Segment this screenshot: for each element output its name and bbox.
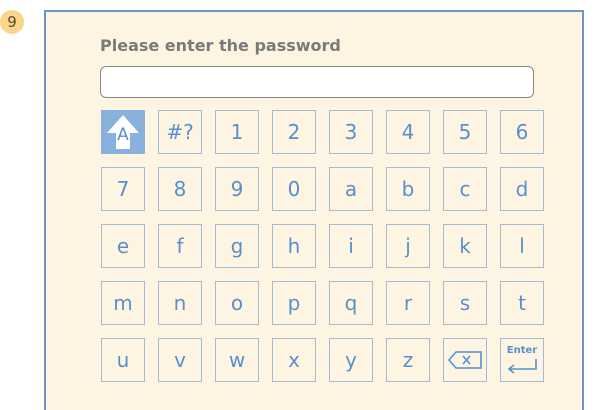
key-label: q (344, 291, 358, 315)
key-label: z (402, 348, 414, 372)
key-label: k (459, 234, 471, 258)
key-1[interactable]: 1 (215, 110, 259, 154)
key-t[interactable]: t (500, 281, 544, 325)
key-label: i (348, 234, 354, 258)
svg-text:A: A (117, 125, 129, 145)
key-2[interactable]: 2 (272, 110, 316, 154)
key-label: d (515, 177, 529, 201)
key-label: 0 (287, 177, 301, 201)
key-w[interactable]: w (215, 338, 259, 382)
key-label: s (459, 291, 471, 315)
key-k[interactable]: k (443, 224, 487, 268)
key-label: 7 (116, 177, 130, 201)
key-f[interactable]: f (158, 224, 202, 268)
key-q[interactable]: q (329, 281, 373, 325)
key-c[interactable]: c (443, 167, 487, 211)
key-label: m (113, 291, 133, 315)
key-label: t (518, 291, 526, 315)
key-label: 2 (287, 120, 301, 144)
key-label: w (228, 348, 246, 372)
password-input[interactable] (100, 66, 534, 98)
key-h[interactable]: h (272, 224, 316, 268)
key-o[interactable]: o (215, 281, 259, 325)
key-b[interactable]: b (386, 167, 430, 211)
key-label: 1 (230, 120, 244, 144)
enter-return-icon (507, 359, 537, 374)
key-z[interactable]: z (386, 338, 430, 382)
key-3[interactable]: 3 (329, 110, 373, 154)
key-label: g (230, 234, 244, 258)
key-label: o (230, 291, 244, 315)
key-v[interactable]: v (158, 338, 202, 382)
key-label: 3 (344, 120, 358, 144)
key-label: j (405, 234, 411, 258)
key-r[interactable]: r (386, 281, 430, 325)
key-9[interactable]: 9 (215, 167, 259, 211)
key-label: a (344, 177, 358, 201)
key-label: 5 (458, 120, 472, 144)
key-u[interactable]: u (101, 338, 145, 382)
key-label: 4 (401, 120, 415, 144)
key-label: 8 (173, 177, 187, 201)
password-prompt-label: Please enter the password (100, 36, 341, 55)
key-n[interactable]: n (158, 281, 202, 325)
symbols-key[interactable]: #? (158, 110, 202, 154)
key-label: l (519, 234, 525, 258)
shift-arrow-icon: A (107, 115, 139, 149)
backspace-icon (447, 351, 482, 369)
key-label: h (287, 234, 301, 258)
key-m[interactable]: m (101, 281, 145, 325)
key-y[interactable]: y (329, 338, 373, 382)
key-label: b (401, 177, 415, 201)
key-label: x (288, 348, 300, 372)
key-label: v (174, 348, 186, 372)
key-i[interactable]: i (329, 224, 373, 268)
key-label: 6 (515, 120, 529, 144)
key-j[interactable]: j (386, 224, 430, 268)
key-label: #? (166, 120, 194, 144)
key-8[interactable]: 8 (158, 167, 202, 211)
key-label: n (173, 291, 187, 315)
key-6[interactable]: 6 (500, 110, 544, 154)
key-x[interactable]: x (272, 338, 316, 382)
enter-key[interactable]: Enter (500, 338, 544, 382)
key-label: u (116, 348, 130, 372)
key-p[interactable]: p (272, 281, 316, 325)
shift-key[interactable]: A (101, 110, 145, 154)
key-a[interactable]: a (329, 167, 373, 211)
key-label: 9 (230, 177, 244, 201)
key-label: y (345, 348, 357, 372)
key-l[interactable]: l (500, 224, 544, 268)
key-0[interactable]: 0 (272, 167, 316, 211)
key-s[interactable]: s (443, 281, 487, 325)
key-5[interactable]: 5 (443, 110, 487, 154)
key-4[interactable]: 4 (386, 110, 430, 154)
key-label: f (176, 234, 184, 258)
backspace-key[interactable] (443, 338, 487, 382)
key-e[interactable]: e (101, 224, 145, 268)
step-number-badge: 9 (0, 10, 24, 34)
key-label: p (287, 291, 301, 315)
key-label: e (116, 234, 130, 258)
key-d[interactable]: d (500, 167, 544, 211)
key-g[interactable]: g (215, 224, 259, 268)
key-label: r (403, 291, 413, 315)
key-label: c (459, 177, 471, 201)
key-7[interactable]: 7 (101, 167, 145, 211)
